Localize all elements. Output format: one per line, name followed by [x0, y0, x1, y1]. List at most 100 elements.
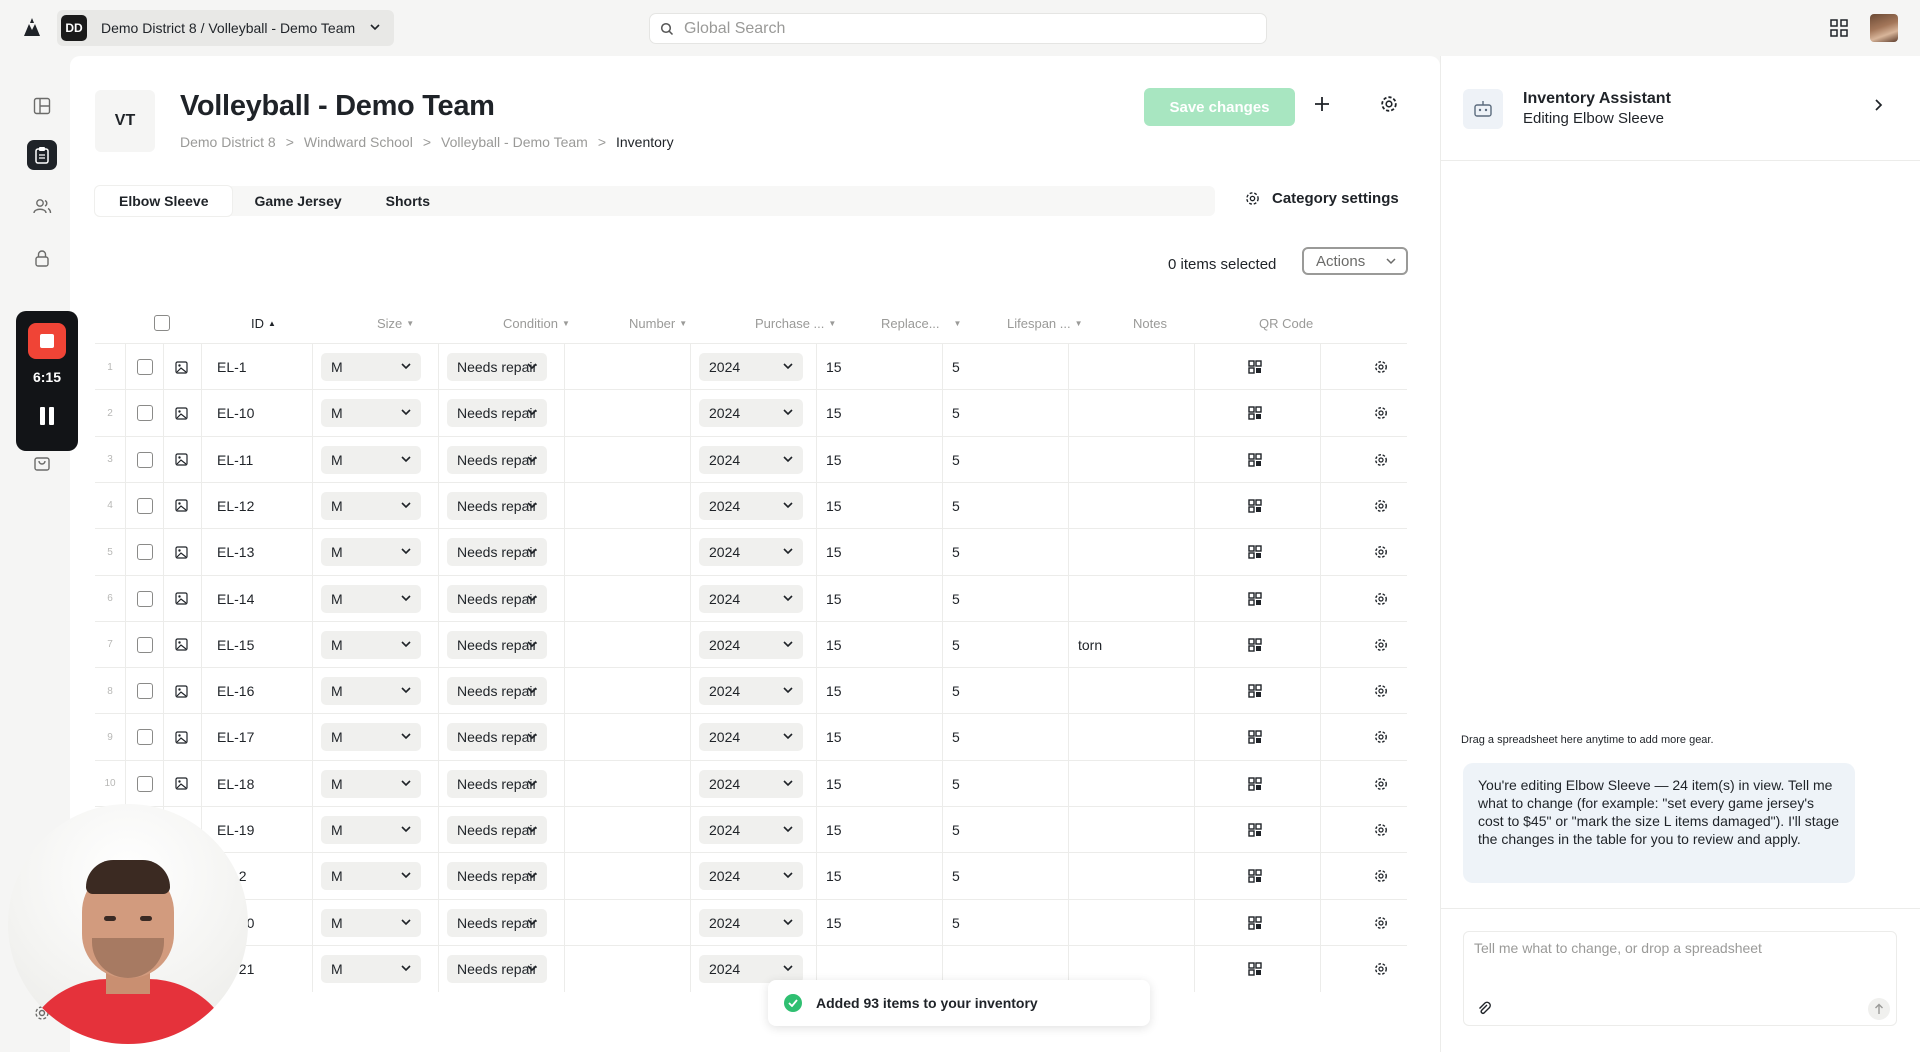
table-row[interactable]: 13EL-20MNeeds repair2024155 [95, 898, 1407, 946]
qr-code-icon[interactable] [1248, 483, 1262, 529]
replace-cost-cell[interactable]: 15 [826, 390, 936, 436]
item-id[interactable]: EL-1 [217, 344, 247, 390]
condition-select[interactable]: Needs repair [447, 862, 547, 891]
image-icon[interactable] [175, 761, 188, 807]
qr-code-icon[interactable] [1248, 714, 1262, 760]
table-row[interactable]: 11EL-19MNeeds repair2024155 [95, 806, 1407, 853]
lifespan-cell[interactable]: 5 [952, 576, 1062, 622]
purchase-year-select[interactable]: 2024 [699, 862, 803, 891]
image-icon[interactable] [175, 344, 188, 390]
search-input[interactable]: Global Search [684, 20, 785, 38]
notes-cell[interactable] [1078, 853, 1188, 899]
lifespan-cell[interactable]: 5 [952, 668, 1062, 714]
lifespan-cell[interactable]: 5 [952, 622, 1062, 668]
item-id[interactable]: EL-13 [217, 529, 254, 575]
condition-select[interactable]: Needs repair [447, 353, 547, 381]
replace-cost-cell[interactable]: 15 [826, 900, 936, 946]
table-row[interactable]: 4 EL-12 M Needs repair 2024 15 5 [95, 481, 1407, 529]
column-header-condition[interactable]: Condition ▼ [503, 303, 570, 343]
actions-dropdown[interactable]: Actions [1302, 247, 1408, 275]
notes-cell[interactable] [1078, 437, 1188, 483]
image-icon[interactable] [175, 622, 188, 668]
notes-cell[interactable] [1078, 576, 1188, 622]
image-icon[interactable] [175, 483, 188, 529]
condition-select[interactable]: Needs repair [447, 538, 547, 567]
qr-code-icon[interactable] [1248, 529, 1262, 575]
size-select[interactable]: M [321, 954, 421, 983]
lifespan-cell[interactable]: 5 [952, 390, 1062, 436]
number-cell[interactable] [573, 344, 693, 390]
row-settings-gear-icon[interactable] [1374, 807, 1388, 853]
condition-select[interactable]: Needs repair [447, 584, 547, 613]
purchase-year-select[interactable]: 2024 [699, 445, 803, 474]
lock-icon[interactable] [30, 246, 54, 270]
table-row[interactable]: 5 EL-13 M Needs repair 2024 15 5 [95, 528, 1407, 576]
paperclip-icon[interactable] [1476, 1000, 1492, 1016]
size-select[interactable]: M [321, 862, 421, 891]
condition-select[interactable]: Needs repair [447, 445, 547, 474]
item-id[interactable]: EL-16 [217, 668, 254, 714]
select-all-checkbox-cell[interactable] [154, 303, 170, 343]
image-icon[interactable] [175, 529, 188, 575]
apps-grid-icon[interactable] [1830, 19, 1848, 37]
replace-cost-cell[interactable]: 15 [826, 529, 936, 575]
condition-select[interactable]: Needs repair [447, 491, 547, 520]
lifespan-cell[interactable]: 5 [952, 714, 1062, 760]
condition-select[interactable]: Needs repair [447, 816, 547, 844]
number-cell[interactable] [573, 437, 693, 483]
global-search[interactable]: Global Search [649, 13, 1267, 44]
size-select[interactable]: M [321, 816, 421, 844]
row-checkbox[interactable] [137, 576, 153, 622]
qr-code-icon[interactable] [1248, 390, 1262, 436]
row-settings-gear-icon[interactable] [1374, 761, 1388, 807]
qr-code-icon[interactable] [1248, 853, 1262, 899]
replace-cost-cell[interactable]: 15 [826, 344, 936, 390]
row-settings-gear-icon[interactable] [1374, 483, 1388, 529]
purchase-year-select[interactable]: 2024 [699, 630, 803, 659]
add-icon[interactable] [1313, 95, 1331, 113]
purchase-year-select[interactable]: 2024 [699, 677, 803, 706]
inventory-clipboard-icon[interactable] [27, 140, 57, 170]
column-header-size[interactable]: Size ▼ [377, 303, 414, 343]
replace-cost-cell[interactable]: 15 [826, 807, 936, 853]
row-settings-gear-icon[interactable] [1374, 668, 1388, 714]
purchase-year-select[interactable]: 2024 [699, 769, 803, 798]
row-settings-gear-icon[interactable] [1374, 900, 1388, 946]
size-select[interactable]: M [321, 445, 421, 474]
row-settings-gear-icon[interactable] [1374, 437, 1388, 483]
column-header-qr-code[interactable]: QR Code [1259, 303, 1313, 343]
breadcrumb-school[interactable]: Windward School [304, 134, 413, 150]
breadcrumb-team[interactable]: Volleyball - Demo Team [441, 134, 588, 150]
stop-recording-button[interactable] [28, 323, 66, 359]
table-row[interactable]: 8 EL-16 M Needs repair 2024 15 5 [95, 667, 1407, 715]
replace-cost-cell[interactable]: 15 [826, 761, 936, 807]
size-select[interactable]: M [321, 769, 421, 798]
category-settings-button[interactable]: Category settings [1245, 190, 1399, 207]
gear-icon[interactable] [1380, 95, 1398, 113]
table-row[interactable]: 12EL-2MNeeds repair2024155 [95, 852, 1407, 900]
purchase-year-select[interactable]: 2024 [699, 723, 803, 752]
lifespan-cell[interactable]: 5 [952, 344, 1062, 390]
qr-code-icon[interactable] [1248, 900, 1262, 946]
image-icon[interactable] [175, 576, 188, 622]
row-checkbox[interactable] [137, 668, 153, 714]
notes-cell[interactable] [1078, 529, 1188, 575]
row-settings-gear-icon[interactable] [1374, 853, 1388, 899]
dashboard-icon[interactable] [30, 94, 54, 118]
notes-cell[interactable] [1078, 761, 1188, 807]
number-cell[interactable] [573, 668, 693, 714]
column-header-lifespan[interactable]: Lifespan ... ▼ [1007, 303, 1083, 343]
tab-shorts[interactable]: Shorts [364, 193, 452, 209]
qr-code-icon[interactable] [1248, 576, 1262, 622]
row-settings-gear-icon[interactable] [1374, 390, 1388, 436]
table-row[interactable]: 2 EL-10 M Needs repair 2024 15 5 [95, 389, 1407, 437]
condition-select[interactable]: Needs repair [447, 677, 547, 706]
notes-cell[interactable] [1078, 344, 1188, 390]
purchase-year-select[interactable]: 2024 [699, 584, 803, 613]
purchase-year-select[interactable]: 2024 [699, 954, 803, 983]
size-select[interactable]: M [321, 677, 421, 706]
size-select[interactable]: M [321, 399, 421, 428]
column-header-number[interactable]: Number ▼ [629, 303, 687, 343]
notes-cell[interactable] [1078, 483, 1188, 529]
qr-code-icon[interactable] [1248, 344, 1262, 390]
